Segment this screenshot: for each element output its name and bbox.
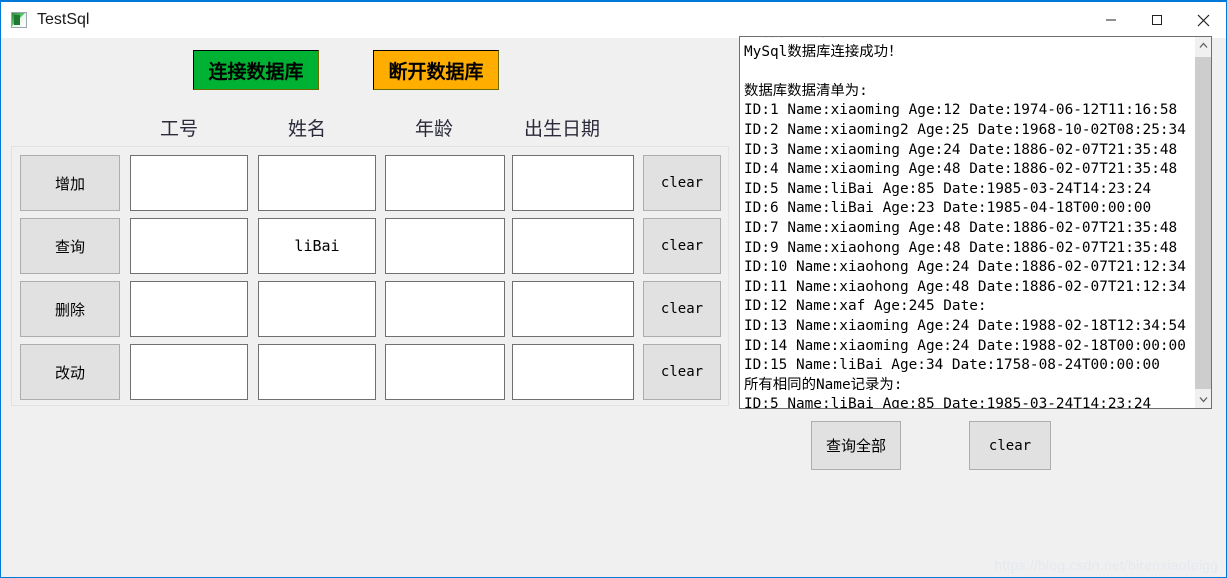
clear-log-button[interactable]: clear (969, 421, 1051, 470)
window-controls (1088, 2, 1226, 38)
maximize-button[interactable] (1134, 2, 1180, 38)
add-employee-id-input[interactable] (130, 155, 248, 211)
title-bar: TestSql (1, 2, 1226, 38)
log-scrollbar[interactable] (1194, 37, 1211, 408)
log-output-panel: 数据库连接中...... MySql数据库连接成功！ 数据库数据清单为: ID:… (739, 36, 1212, 409)
update-birthdate-input[interactable] (512, 344, 634, 400)
query-birthdate-input[interactable] (512, 218, 634, 274)
scroll-down-button[interactable] (1195, 391, 1211, 408)
minimize-icon (1106, 19, 1116, 21)
log-output-text[interactable]: 数据库连接中...... MySql数据库连接成功！ 数据库数据清单为: ID:… (740, 37, 1194, 408)
update-age-input[interactable] (385, 344, 505, 400)
query-employee-id-input[interactable] (130, 218, 248, 274)
close-button[interactable] (1180, 2, 1226, 38)
close-icon (1197, 14, 1209, 26)
form-row-delete: 删除 clear (12, 281, 730, 337)
application-window: TestSql 连接数据库 断开数据库 工号 姓名 年龄 出生日期 增加 cle… (0, 0, 1227, 578)
chevron-up-icon (1199, 42, 1208, 48)
maximize-icon (1152, 15, 1162, 25)
update-employee-id-input[interactable] (130, 344, 248, 400)
add-button[interactable]: 增加 (20, 155, 120, 211)
update-button[interactable]: 改动 (20, 344, 120, 400)
crud-form-panel: 增加 clear 查询 liBai clear 删除 clear 改动 clea… (11, 146, 729, 406)
watermark: https://blog.csdn.net/birenxiaofeigg (994, 557, 1218, 573)
query-button[interactable]: 查询 (20, 218, 120, 274)
connect-database-button[interactable]: 连接数据库 (193, 50, 319, 90)
disconnect-database-button[interactable]: 断开数据库 (373, 50, 499, 90)
minimize-button[interactable] (1088, 2, 1134, 38)
form-row-add: 增加 clear (12, 155, 730, 211)
add-clear-button[interactable]: clear (643, 155, 721, 211)
column-header-birthdate: 出生日期 (523, 118, 600, 140)
delete-birthdate-input[interactable] (512, 281, 634, 337)
update-clear-button[interactable]: clear (643, 344, 721, 400)
add-age-input[interactable] (385, 155, 505, 211)
delete-age-input[interactable] (385, 281, 505, 337)
query-clear-button[interactable]: clear (643, 218, 721, 274)
update-name-input[interactable] (258, 344, 376, 400)
window-title: TestSql (37, 11, 90, 28)
scroll-up-button[interactable] (1195, 37, 1211, 54)
chevron-down-icon (1199, 397, 1208, 403)
add-name-input[interactable] (258, 155, 376, 211)
delete-clear-button[interactable]: clear (643, 281, 721, 337)
form-row-update: 改动 clear (12, 344, 730, 400)
delete-employee-id-input[interactable] (130, 281, 248, 337)
form-row-query: 查询 liBai clear (12, 218, 730, 274)
column-header-name: 姓名 (287, 118, 326, 140)
add-birthdate-input[interactable] (512, 155, 634, 211)
query-age-input[interactable] (385, 218, 505, 274)
query-all-button[interactable]: 查询全部 (811, 421, 901, 470)
column-headers: 工号 姓名 年龄 出生日期 (1, 114, 731, 146)
delete-button[interactable]: 删除 (20, 281, 120, 337)
query-name-input[interactable]: liBai (258, 218, 376, 274)
app-icon (11, 12, 27, 28)
scrollbar-thumb[interactable] (1195, 57, 1211, 389)
column-header-employee-id: 工号 (159, 118, 198, 140)
connection-toolbar: 连接数据库 断开数据库 (1, 50, 731, 92)
delete-name-input[interactable] (258, 281, 376, 337)
column-header-age: 年龄 (414, 118, 453, 140)
